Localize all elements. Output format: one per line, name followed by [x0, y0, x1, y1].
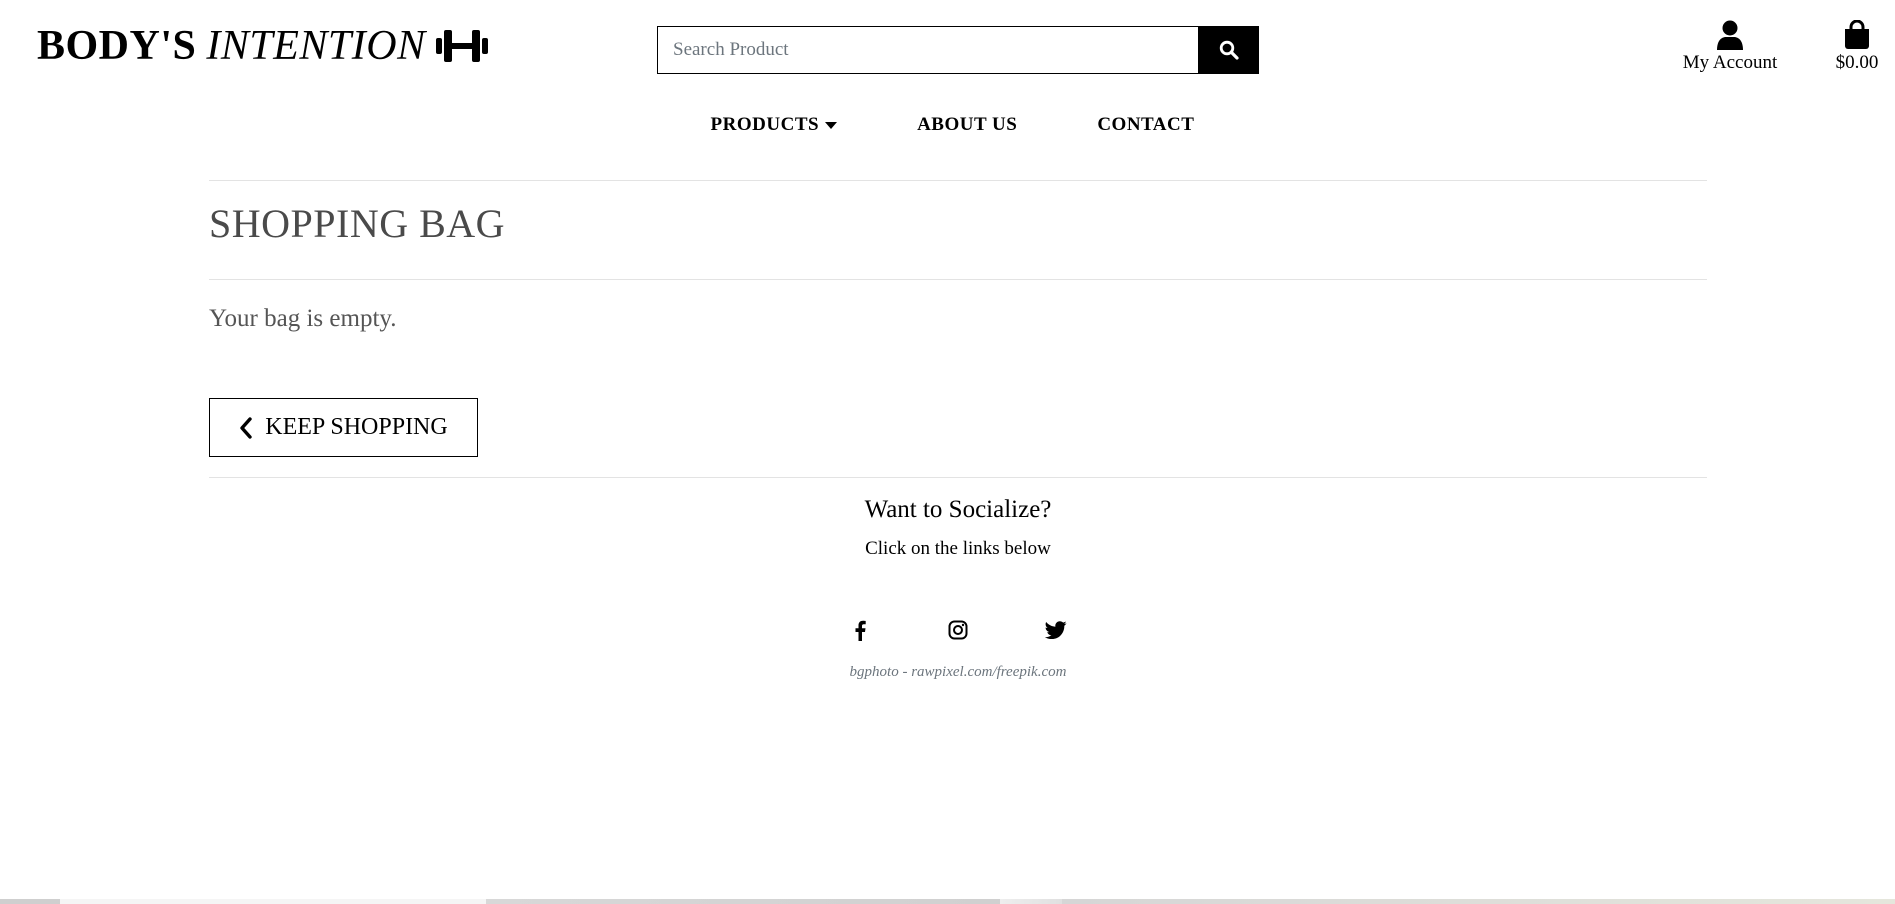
facebook-link[interactable]: [848, 618, 872, 642]
main-nav: PRODUCTS ABOUT US CONTACT: [0, 114, 1895, 136]
divider-title: [209, 279, 1707, 280]
bottom-edge-strip: [0, 899, 1895, 904]
nav-products-label: PRODUCTS: [710, 114, 820, 135]
nav-products[interactable]: PRODUCTS: [711, 114, 838, 136]
shopping-bag-link[interactable]: $0.00: [1824, 18, 1890, 74]
shopping-bag-icon: [1824, 18, 1890, 50]
page: BODY'S INTENTION Search Product My Accou…: [0, 0, 1895, 904]
search-icon: [1219, 40, 1239, 60]
instagram-icon: [948, 620, 968, 640]
chevron-left-icon: [239, 416, 253, 439]
nav-contact[interactable]: CONTACT: [1097, 114, 1194, 136]
nav-about-us[interactable]: ABOUT US: [917, 114, 1017, 136]
page-title: SHOPPING BAG: [209, 201, 506, 246]
nav-contact-label: CONTACT: [1097, 114, 1195, 135]
logo-bold-text: BODY'S: [37, 23, 197, 69]
keep-shopping-button[interactable]: KEEP SHOPPING: [209, 398, 478, 457]
nav-about-us-label: ABOUT US: [917, 114, 1018, 135]
empty-bag-message: Your bag is empty.: [209, 305, 397, 332]
keep-shopping-label: KEEP SHOPPING: [265, 414, 448, 440]
social-subtitle: Click on the links below: [865, 538, 1051, 559]
dumbbell-icon: [435, 27, 488, 65]
social-links: [848, 618, 1068, 642]
bag-total: $0.00: [1835, 52, 1879, 73]
site-logo[interactable]: BODY'S INTENTION: [37, 22, 488, 70]
my-account-link[interactable]: My Account: [1672, 18, 1788, 74]
twitter-link[interactable]: [1044, 618, 1068, 642]
search-form: [657, 26, 1259, 74]
my-account-label: My Account: [1682, 52, 1778, 73]
instagram-link[interactable]: [946, 618, 970, 642]
user-icon: [1672, 18, 1788, 50]
facebook-icon: [854, 620, 866, 641]
social-title: Want to Socialize?: [864, 496, 1052, 523]
search-button[interactable]: [1198, 26, 1259, 74]
divider-top: [209, 180, 1707, 181]
photo-credit: bgphoto - rawpixel.com/freepik.com: [849, 664, 1067, 680]
twitter-icon: [1045, 621, 1067, 639]
search-input[interactable]: [657, 26, 1198, 74]
caret-down-icon: [825, 114, 838, 136]
divider-footer: [209, 477, 1707, 478]
logo-italic-text: INTENTION: [206, 23, 426, 69]
